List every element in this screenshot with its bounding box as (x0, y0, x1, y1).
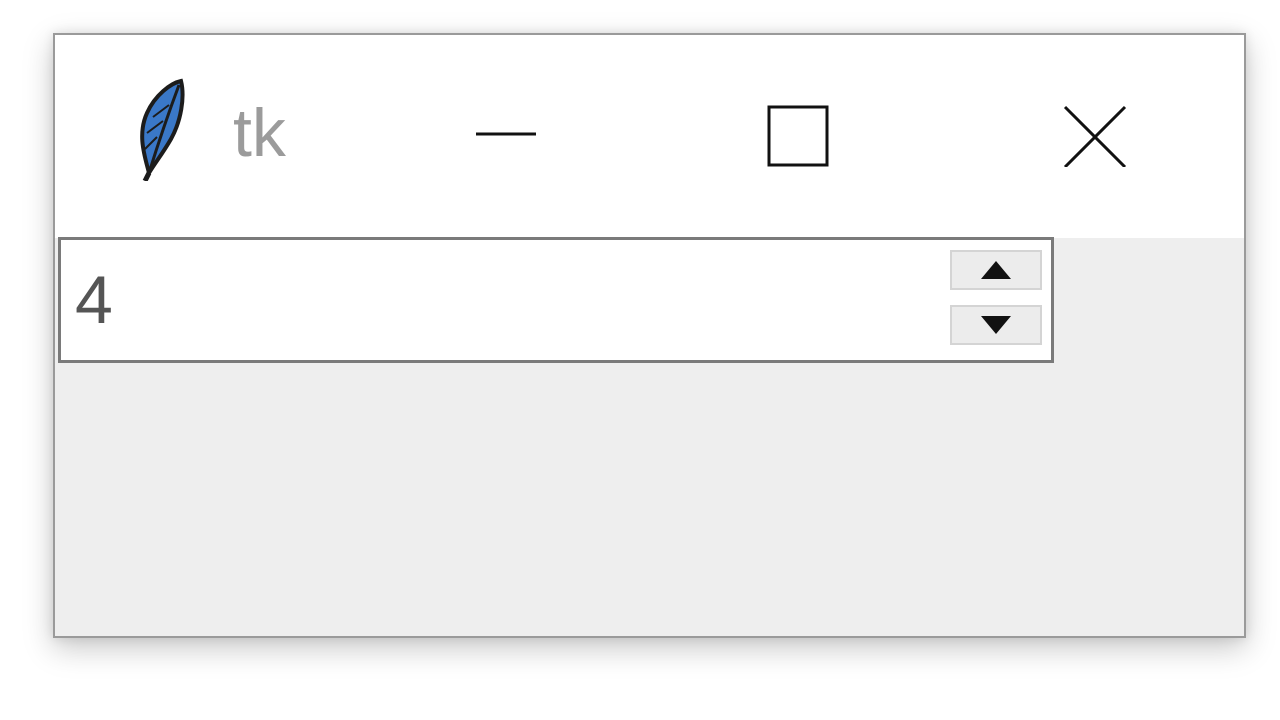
minimize-button[interactable] (471, 97, 541, 167)
close-button[interactable] (1060, 97, 1130, 167)
minimize-icon (476, 132, 536, 136)
tk-feather-icon[interactable] (127, 77, 189, 183)
triangle-down-icon (981, 316, 1011, 334)
spin-up-button[interactable] (950, 250, 1042, 290)
spin-down-button[interactable] (950, 305, 1042, 345)
maximize-icon (767, 105, 829, 167)
title-bar[interactable]: tk (55, 35, 1244, 238)
app-window: tk (53, 33, 1246, 638)
window-title: tk (233, 95, 286, 171)
spinbox (58, 237, 1054, 363)
spinbox-input[interactable] (75, 260, 935, 340)
close-icon (1063, 105, 1127, 167)
maximize-button[interactable] (762, 97, 832, 167)
triangle-up-icon (981, 261, 1011, 279)
